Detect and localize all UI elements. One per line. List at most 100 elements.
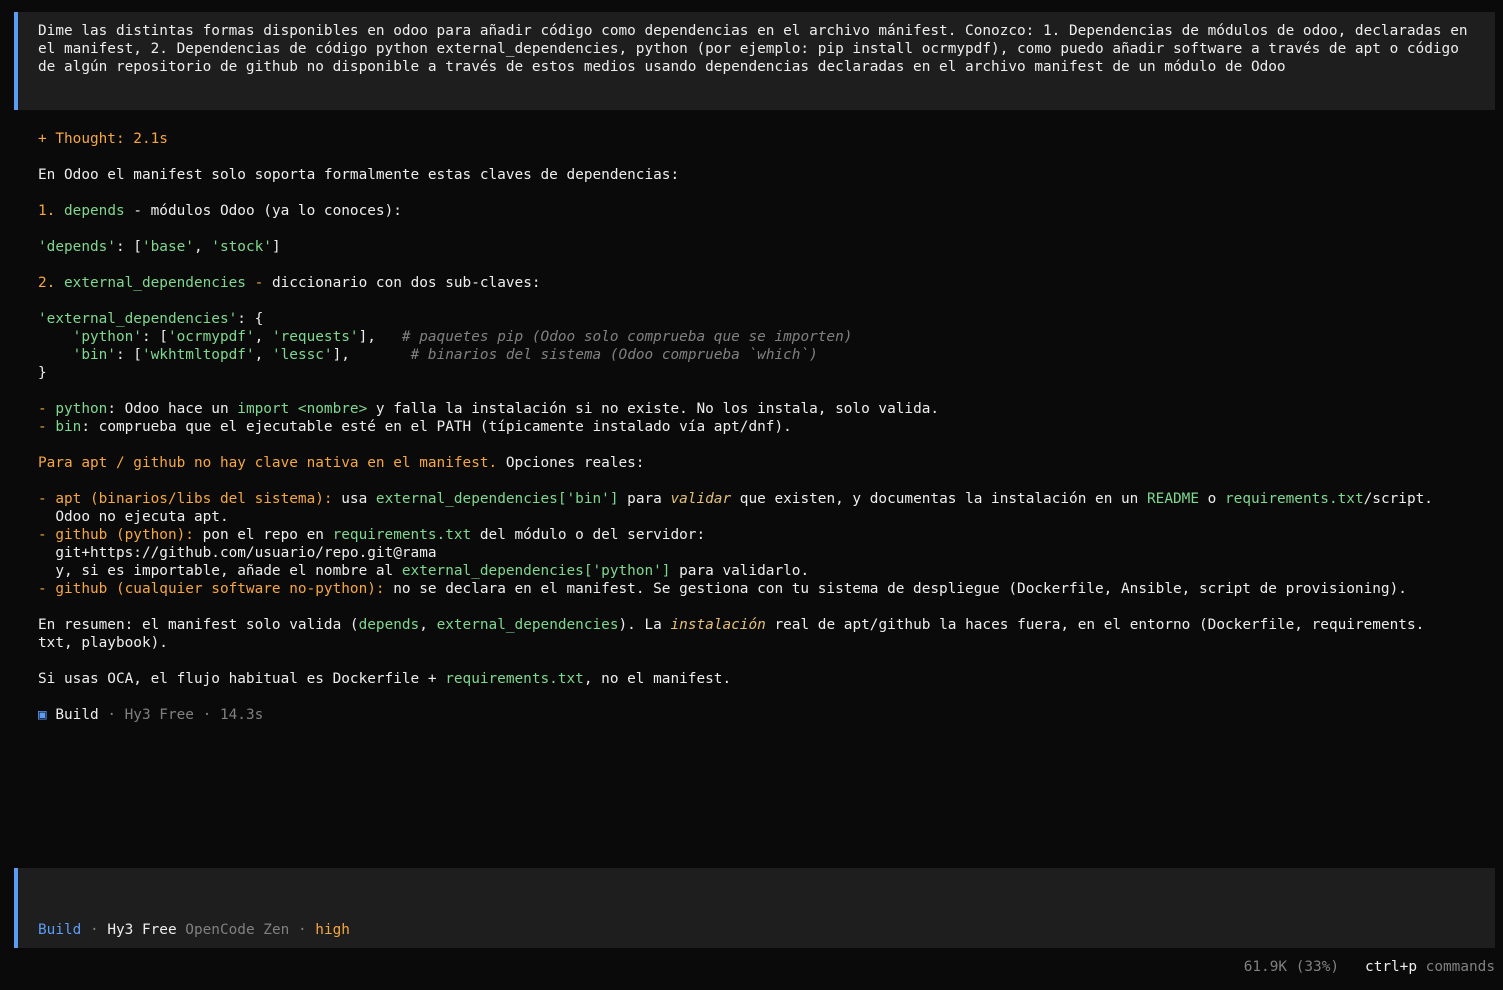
code-line-3: 'bin': ['wkhtmltopdf', 'lessc'], # binar… <box>38 346 818 364</box>
heading-text: Opciones reales: <box>497 455 645 471</box>
option-text: /script. <box>1363 491 1433 507</box>
inline-code: external_dependencies <box>436 617 619 633</box>
code-string: 'ocrmypdf' <box>167 329 255 345</box>
option-label: - github (python): <box>38 527 194 543</box>
option-label: - github (cualquier software no-python): <box>38 581 385 597</box>
bullet-text: y falla la instalación si no existe. No … <box>367 401 940 417</box>
bullet-bin: - bin: comprueba que el ejecutable esté … <box>38 418 792 436</box>
bullet-dash: - <box>38 401 56 417</box>
code-string: 'stock' <box>211 239 272 255</box>
input-status-bar: Build · Hy3 Free OpenCode Zen · high <box>38 921 350 939</box>
inline-code: requirements.txt <box>1225 491 1364 507</box>
emphasis: validar <box>670 491 732 507</box>
reasoning-effort[interactable]: high <box>315 922 350 938</box>
option-text: usa <box>332 491 376 507</box>
option-text: que existen, y documentas la instalación… <box>731 491 1148 507</box>
code-punct: : { <box>237 311 264 327</box>
item-text: diccionario con dos sub-claves: <box>271 275 541 291</box>
inline-code: requirements.txt <box>332 527 472 543</box>
summary-text: , <box>419 617 437 633</box>
oca-note: Si usas OCA, el flujo habitual es Docker… <box>38 670 731 688</box>
option-text: para validarlo. <box>670 563 810 579</box>
model-name[interactable]: Hy3 Free <box>107 922 176 938</box>
option-text: no se declara en el manifest. Se gestion… <box>384 581 1407 597</box>
build-meta: · Hy3 Free · 14.3s <box>98 707 264 723</box>
token-usage: 61.9K (33%) <box>1243 959 1340 975</box>
code-punct: : [ <box>115 347 142 363</box>
summary-text: ). La <box>618 617 671 633</box>
summary-text: En resumen: el manifest solo valida ( <box>38 617 359 633</box>
code-depends: 'depends': ['base', 'stock'] <box>38 238 281 256</box>
intro-text: En Odoo el manifest solo soporta formalm… <box>38 167 680 183</box>
code-string: 'lessc' <box>271 347 333 363</box>
option-github-url: git+https://github.com/usuario/repo.git@… <box>38 545 437 561</box>
item-external-deps: 2. external_dependencies - diccionario c… <box>38 274 541 292</box>
code-string: 'wkhtmltopdf' <box>141 347 255 363</box>
item-number: 1. <box>38 203 64 219</box>
code-string: 'requests' <box>271 329 359 345</box>
option-text: pon el repo en <box>193 527 333 543</box>
build-square-icon: ▣ <box>38 707 47 723</box>
note-text: , no el manifest. <box>583 671 732 687</box>
inline-code: depends <box>358 617 420 633</box>
inline-code: python <box>55 401 108 417</box>
inline-code: external_dependencies['bin'] <box>375 491 619 507</box>
option-github-python: - github (python): pon el repo en requir… <box>38 526 705 544</box>
option-text: o <box>1199 491 1225 507</box>
apt-heading: Para apt / github no hay clave nativa en… <box>38 454 644 472</box>
code-punct: ] <box>271 239 281 255</box>
summary: En resumen: el manifest solo valida (dep… <box>38 616 1424 634</box>
code-punct: ], <box>358 329 402 345</box>
item-text: - módulos Odoo (ya lo conoces): <box>124 203 402 219</box>
bullet-dash: - <box>38 419 56 435</box>
code-punct: : [ <box>141 329 168 345</box>
code-punct: ], <box>332 347 411 363</box>
code-key: 'depends' <box>38 239 116 255</box>
separator: · <box>289 922 316 938</box>
option-text: del módulo o del servidor: <box>471 527 706 543</box>
emphasis: instalación <box>670 617 766 633</box>
inline-code: bin <box>55 419 82 435</box>
separator: · <box>81 922 108 938</box>
inline-code: README <box>1147 491 1199 507</box>
bullet-python: - python: Odoo hace un import <nombre> y… <box>38 400 939 418</box>
inline-code: requirements.txt <box>445 671 584 687</box>
code-punct: , <box>193 239 212 255</box>
code-key: 'bin' <box>72 347 116 363</box>
option-label: - apt (binarios/libs del sistema): <box>38 491 333 507</box>
code-punct: : [ <box>115 239 142 255</box>
user-message-text: Dime las distintas formas disponibles en… <box>38 23 1477 75</box>
heading-strong: Para apt / github no hay clave nativa en… <box>38 455 498 471</box>
code-key: 'external_dependencies' <box>38 311 238 327</box>
build-info: ▣ Build · Hy3 Free · 14.3s <box>38 706 263 724</box>
item-number: 2. <box>38 275 64 291</box>
code-line-4: } <box>38 365 47 381</box>
code-punct: , <box>254 329 272 345</box>
prompt-input[interactable]: Build · Hy3 Free OpenCode Zen · high <box>14 868 1495 948</box>
item-dash: - <box>245 275 272 291</box>
agent-mode[interactable]: Build <box>38 922 81 938</box>
item-depends: 1. depends - módulos Odoo (ya lo conoces… <box>38 202 402 220</box>
code-key: 'python' <box>72 329 142 345</box>
inline-code: external_dependencies['python'] <box>401 563 671 579</box>
code-punct: , <box>254 347 272 363</box>
code-comment: # binarios del sistema (Odoo comprueba `… <box>410 347 818 363</box>
bullet-text: : comprueba que el ejecutable esté en el… <box>81 419 792 435</box>
code-string: 'base' <box>141 239 194 255</box>
code-line-2: 'python': ['ocrmypdf', 'requests'], # pa… <box>38 328 853 346</box>
inline-code: external_dependencies <box>64 275 246 291</box>
option-text: y, si es importable, añade el nombre al <box>38 563 402 579</box>
code-comment: # paquetes pip (Odoo solo comprueba que … <box>401 329 853 345</box>
option-apt: - apt (binarios/libs del sistema): usa e… <box>38 490 1433 508</box>
inline-code: import <nombre> <box>237 401 368 417</box>
shortcut-label[interactable]: commands <box>1417 959 1495 975</box>
bullet-text: : Odoo hace un <box>107 401 238 417</box>
thought-toggle[interactable]: + Thought: 2.1s <box>38 130 168 148</box>
option-github-validate: y, si es importable, añade el nombre al … <box>38 562 809 580</box>
option-github-any: - github (cualquier software no-python):… <box>38 580 1407 598</box>
provider-name: OpenCode Zen <box>176 922 290 938</box>
summary-text: real de apt/github la haces fuera, en el… <box>765 617 1425 633</box>
user-message-box: Dime las distintas formas disponibles en… <box>14 12 1495 110</box>
